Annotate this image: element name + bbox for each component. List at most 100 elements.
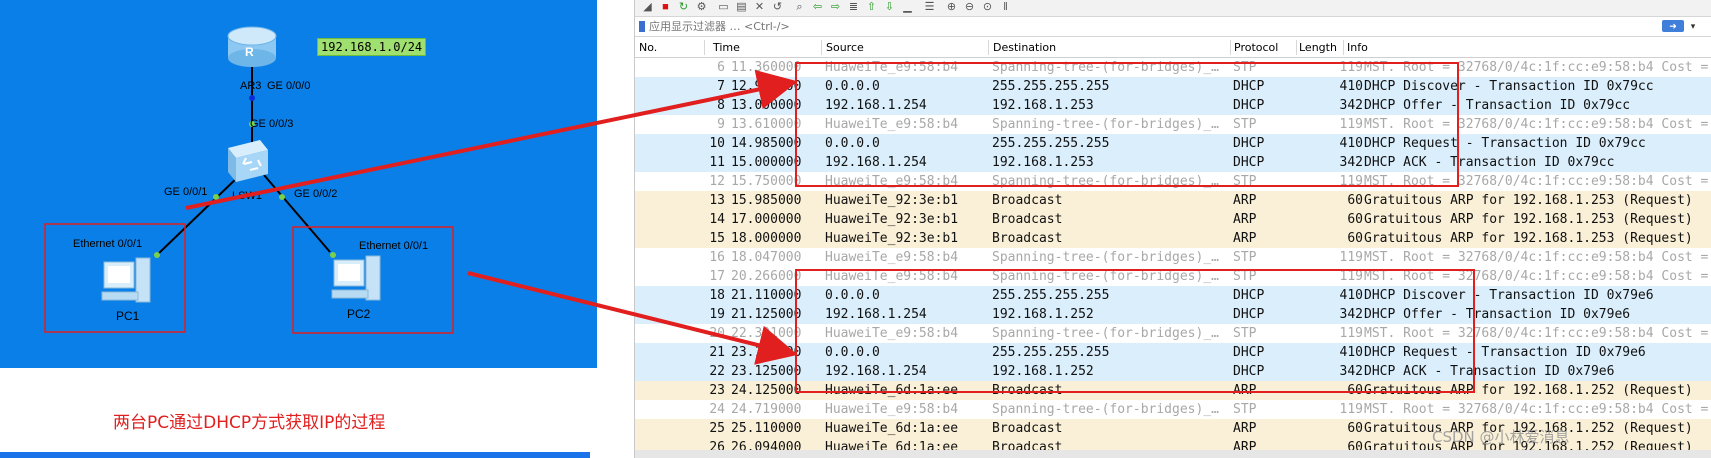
open-file-icon[interactable]: ▭ <box>717 1 730 14</box>
packet-number: 24 <box>709 402 725 417</box>
packet-number: 22 <box>709 364 725 379</box>
packet-protocol: STP <box>1233 269 1257 284</box>
packet-row[interactable]: 10 14.985000 0.0.0.0 255.255.255.255 DHCP 410… <box>635 134 1711 153</box>
packet-protocol: DHCP <box>1233 79 1265 94</box>
display-filter-bar: ➜ ▾ <box>635 17 1711 37</box>
packet-row[interactable]: 16 18.047000 HuaweiTe_e9:58:b4 Spanning-tre… <box>635 248 1711 267</box>
packet-destination: 192.168.1.253 <box>992 98 1094 113</box>
packet-row[interactable]: 21 23.110000 0.0.0.0 255.255.255.255 DHCP 410… <box>635 343 1711 362</box>
packet-list-header: No. Time Source Destination Protocol Len… <box>635 38 1711 58</box>
first-packet-icon[interactable]: ⇧ <box>865 1 878 14</box>
packet-time: 14.985000 <box>731 136 802 151</box>
zoom-in-icon[interactable]: ⊕ <box>945 1 958 14</box>
colorize-icon[interactable]: ☰ <box>923 1 936 14</box>
packet-info: DHCP Offer - Transaction ID 0x79cc <box>1364 98 1631 113</box>
packet-source: 0.0.0.0 <box>825 345 880 360</box>
packet-length: 119 <box>1339 60 1363 75</box>
packet-destination: Spanning-tree-(for-bridges)_… <box>992 269 1219 284</box>
packet-time: 23.125000 <box>731 364 802 379</box>
zoom-normal-icon[interactable]: ⊙ <box>981 1 994 14</box>
packet-row[interactable]: 24 24.719000 HuaweiTe_e9:58:b4 Spanning-tre… <box>635 400 1711 419</box>
switch-right-port-label: GE 0/0/2 <box>294 188 338 200</box>
caption-text: 两台PC通过DHCP方式获取IP的过程 <box>113 413 386 433</box>
go-forward-icon[interactable]: ⇨ <box>829 1 842 14</box>
packet-info: Gratuitous ARP for 192.168.1.252 (Reques… <box>1364 383 1693 398</box>
apply-filter-arrow-icon[interactable]: ➜ <box>1662 20 1684 32</box>
packet-row[interactable]: 14 17.000000 HuaweiTe_92:3e:b1 Broadcast ARP… <box>635 210 1711 229</box>
packet-info: MST. Root = 32768/0/4c:1f:cc:e9:58:b4 Co… <box>1364 174 1711 189</box>
reload-icon[interactable]: ↺ <box>771 1 784 14</box>
packet-time: 12.985000 <box>731 79 802 94</box>
packet-row[interactable]: 7 12.985000 0.0.0.0 255.255.255.255 DHCP 410 D… <box>635 77 1711 96</box>
packet-length: 342 <box>1339 364 1363 379</box>
horizontal-scrollbar[interactable] <box>635 450 1711 458</box>
pc2-port-label: Ethernet 0/0/1 <box>359 240 429 252</box>
packet-source: 192.168.1.254 <box>825 98 927 113</box>
stop-capture-icon[interactable]: ■ <box>659 1 672 14</box>
packet-row[interactable]: 15 18.000000 HuaweiTe_92:3e:b1 Broadcast ARP… <box>635 229 1711 248</box>
packet-destination: 192.168.1.253 <box>992 155 1094 170</box>
pc-icon[interactable] <box>331 255 381 301</box>
packet-row[interactable]: 20 22.391000 HuaweiTe_e9:58:b4 Spanning-tre… <box>635 324 1711 343</box>
packet-protocol: STP <box>1233 60 1257 75</box>
packet-number: 14 <box>709 212 725 227</box>
column-header-info[interactable]: Info <box>1347 41 1368 54</box>
column-header-no[interactable]: No. <box>639 41 657 54</box>
packet-row[interactable]: 17 20.266000 HuaweiTe_e9:58:b4 Spanning-tre… <box>635 267 1711 286</box>
display-filter-input[interactable] <box>639 19 1699 33</box>
packet-row[interactable]: 8 13.000000 192.168.1.254 192.168.1.253 DHCP… <box>635 96 1711 115</box>
packet-protocol: STP <box>1233 250 1257 265</box>
port-dot <box>154 252 160 258</box>
go-back-icon[interactable]: ⇦ <box>811 1 824 14</box>
packet-row[interactable]: 23 24.125000 HuaweiTe_6d:1a:ee Broadcast ARP… <box>635 381 1711 400</box>
packet-row[interactable]: 11 15.000000 192.168.1.254 192.168.1.253 DHC… <box>635 153 1711 172</box>
packet-source: 0.0.0.0 <box>825 79 880 94</box>
column-header-time[interactable]: Time <box>713 41 740 54</box>
capture-options-icon[interactable]: ⚙ <box>695 1 708 14</box>
zoom-out-icon[interactable]: ⊖ <box>963 1 976 14</box>
packet-protocol: DHCP <box>1233 288 1265 303</box>
pc-icon[interactable] <box>101 257 151 303</box>
switch-icon[interactable] <box>228 140 268 182</box>
packet-row[interactable]: 22 23.125000 192.168.1.254 192.168.1.252 DHC… <box>635 362 1711 381</box>
packet-number: 7 <box>717 79 725 94</box>
restart-capture-icon[interactable]: ↻ <box>677 1 690 14</box>
packet-length: 119 <box>1339 174 1363 189</box>
shark-fin-icon[interactable]: ◢ <box>641 1 654 14</box>
packet-info: MST. Root = 32768/0/4c:1f:cc:e9:58:b4 Co… <box>1364 269 1711 284</box>
packet-source: HuaweiTe_e9:58:b4 <box>825 60 959 75</box>
column-divider[interactable] <box>1296 40 1297 55</box>
column-header-source[interactable]: Source <box>826 41 864 54</box>
save-file-icon[interactable]: ▤ <box>735 1 748 14</box>
packet-source: HuaweiTe_6d:1a:ee <box>825 421 959 436</box>
close-file-icon[interactable]: ✕ <box>753 1 766 14</box>
packet-row[interactable]: 6 11.360000 HuaweiTe_e9:58:b4 Spanning-tree… <box>635 58 1711 77</box>
find-packet-icon[interactable]: ⌕ <box>793 1 806 14</box>
packet-info: DHCP Request - Transaction ID 0x79cc <box>1364 136 1646 151</box>
column-header-destination[interactable]: Destination <box>993 41 1056 54</box>
router-name: AR3 <box>240 80 262 92</box>
last-packet-icon[interactable]: ⇩ <box>883 1 896 14</box>
packet-row[interactable]: 12 15.750000 HuaweiTe_e9:58:b4 Spanning-tre… <box>635 172 1711 191</box>
packet-source: HuaweiTe_e9:58:b4 <box>825 269 959 284</box>
packet-row[interactable]: 18 21.110000 0.0.0.0 255.255.255.255 DHCP 410… <box>635 286 1711 305</box>
column-divider[interactable] <box>988 40 989 55</box>
packet-row[interactable]: 19 21.125000 192.168.1.254 192.168.1.252 DHC… <box>635 305 1711 324</box>
column-header-protocol[interactable]: Protocol <box>1234 41 1278 54</box>
column-divider[interactable] <box>704 40 705 55</box>
column-header-length[interactable]: Length <box>1299 41 1337 54</box>
filter-dropdown-icon[interactable]: ▾ <box>1686 20 1700 32</box>
packet-info: MST. Root = 32768/0/4c:1f:cc:e9:58:b4 Co… <box>1364 117 1711 132</box>
packet-row[interactable]: 9 13.610000 HuaweiTe_e9:58:b4 Spanning-tree… <box>635 115 1711 134</box>
packet-row[interactable]: 13 15.985000 HuaweiTe_92:3e:b1 Broadcast ARP… <box>635 191 1711 210</box>
column-divider[interactable] <box>821 40 822 55</box>
packet-length: 60 <box>1347 193 1363 208</box>
go-to-packet-icon[interactable]: ≣ <box>847 1 860 14</box>
autoscroll-icon[interactable]: ▁ <box>901 1 914 14</box>
packet-destination: Broadcast <box>992 212 1063 227</box>
resize-columns-icon[interactable]: ‖ <box>999 1 1012 14</box>
packet-number: 18 <box>709 288 725 303</box>
column-divider[interactable] <box>1230 40 1231 55</box>
column-divider[interactable] <box>1343 40 1344 55</box>
packet-destination: Broadcast <box>992 383 1063 398</box>
